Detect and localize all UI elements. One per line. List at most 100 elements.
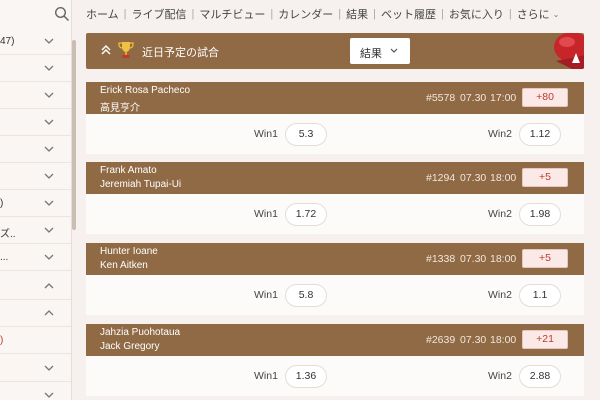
chevron-down-icon[interactable]: [43, 144, 55, 154]
more-markets-button[interactable]: +80: [522, 88, 568, 107]
win1-label: Win1: [254, 289, 278, 301]
nav-calendar[interactable]: カレンダー: [278, 6, 333, 22]
sidebar-item[interactable]: [0, 382, 71, 400]
results-dropdown[interactable]: 結果: [350, 38, 410, 64]
match-header[interactable]: Hunter Ioane Ken Aitken #1338 07.30 18:00 +5: [86, 243, 584, 275]
chevron-down-icon[interactable]: [43, 390, 55, 400]
win2-odds-button[interactable]: 1.1: [519, 284, 561, 307]
win1-label: Win1: [254, 370, 278, 382]
player-one-name: Jahzia Puohotaua: [100, 327, 181, 338]
nav-more[interactable]: さらに: [517, 6, 550, 22]
sidebar-item-label: ): [0, 198, 4, 209]
search-icon[interactable]: [54, 6, 70, 22]
sidebar-item[interactable]: 47): [0, 28, 71, 55]
win1-odds-button[interactable]: 5.8: [285, 284, 327, 307]
top-nav: ホーム | ライブ配信 | マルチビュー | カレンダー | 結果 | ベット履歴 | お気…: [86, 0, 559, 28]
win2-label: Win2: [488, 370, 512, 382]
chevron-down-icon[interactable]: [43, 198, 55, 208]
sidebar-item[interactable]: ...: [0, 244, 71, 271]
more-markets-button[interactable]: +5: [522, 168, 568, 187]
nav-multiview[interactable]: マルチビュー: [199, 6, 265, 22]
player-two-name: Jeremiah Tupai-Ui: [100, 179, 182, 190]
match-card: Frank Amato Jeremiah Tupai-Ui #1294 07.30 18…: [86, 162, 584, 234]
win1-label: Win1: [254, 208, 278, 220]
player-two-name: Ken Aitken: [100, 260, 148, 271]
trophy-icon: [118, 42, 134, 58]
win2-odds-button[interactable]: 1.98: [519, 203, 561, 226]
more-markets-button[interactable]: +5: [522, 249, 568, 268]
odds-row: Win1 1.72 Win2 1.98: [86, 194, 584, 234]
chevron-up-icon[interactable]: [43, 308, 55, 318]
match-header[interactable]: Erick Rosa Pacheco 高見亨介 #5578 07.30 17:00 +80: [86, 82, 584, 114]
player-two-name: Jack Gregory: [100, 341, 160, 352]
sidebar-item[interactable]: [0, 82, 71, 109]
player-one-name: Frank Amato: [100, 165, 157, 176]
player-one-name: Hunter Ioane: [100, 246, 158, 257]
odds-row: Win1 1.36 Win2 2.88: [86, 356, 584, 396]
sidebar-item[interactable]: [0, 355, 71, 382]
page: 47)) ズ.....) ホーム | ライブ配信 | マルチビュー | カレンダー | 結…: [0, 0, 600, 400]
sidebar-item-label: ズ..: [0, 229, 16, 240]
sidebar-item-label: ...: [0, 252, 9, 263]
nav-separator: |: [123, 8, 127, 20]
odds-row: Win1 5.3 Win2 1.12: [86, 114, 584, 154]
dropdown-value: 結果: [360, 48, 382, 60]
nav-home[interactable]: ホーム: [86, 6, 119, 22]
chevron-up-icon[interactable]: [43, 281, 55, 291]
win1-odds-button[interactable]: 5.3: [285, 123, 327, 146]
header-title: 近日予定の試合: [142, 47, 219, 59]
chevron-down-icon[interactable]: [43, 363, 55, 373]
sidebar-item[interactable]: ズ..: [0, 217, 71, 244]
chevron-down-icon[interactable]: [43, 117, 55, 127]
match-time: 18:00: [490, 334, 517, 346]
match-card: Hunter Ioane Ken Aitken #1338 07.30 18:00 +5 W…: [86, 243, 584, 315]
sidebar: 47)) ズ.....): [0, 0, 72, 400]
sidebar-item[interactable]: [0, 273, 71, 300]
match-time: 18:00: [490, 172, 517, 184]
nav-favorites[interactable]: お気に入り: [449, 6, 504, 22]
win1-odds-button[interactable]: 1.72: [285, 203, 327, 226]
sidebar-item[interactable]: [0, 300, 71, 327]
match-code: #2639: [426, 334, 456, 346]
sidebar-item[interactable]: [0, 109, 71, 136]
more-markets-button[interactable]: +21: [522, 330, 568, 349]
sidebar-item[interactable]: [0, 163, 71, 190]
chevron-down-icon[interactable]: [43, 171, 55, 181]
nav-live[interactable]: ライブ配信: [132, 6, 187, 22]
match-code: #5578: [426, 92, 456, 104]
match-date: 07.30: [460, 172, 487, 184]
match-code: #1338: [426, 253, 456, 265]
chevron-down-icon[interactable]: [43, 90, 55, 100]
nav-separator: |: [338, 8, 342, 20]
win1-label: Win1: [254, 128, 278, 140]
nav-separator: |: [373, 8, 376, 20]
sidebar-item[interactable]: ): [0, 327, 71, 354]
player-two-name: 高見亨介: [100, 103, 140, 114]
sidebar-scrollbar[interactable]: [72, 40, 76, 230]
win1-odds-button[interactable]: 1.36: [285, 365, 327, 388]
chevron-down-icon[interactable]: [43, 252, 55, 262]
match-header[interactable]: Jahzia Puohotaua Jack Gregory #2639 07.30 18…: [86, 324, 584, 356]
win2-label: Win2: [488, 208, 512, 220]
win2-label: Win2: [488, 289, 512, 301]
chevron-down-icon[interactable]: [43, 36, 55, 46]
match-header[interactable]: Frank Amato Jeremiah Tupai-Ui #1294 07.30 18…: [86, 162, 584, 194]
chevron-down-icon: ⌄: [552, 9, 560, 19]
nav-separator: |: [440, 8, 444, 20]
nav-bet-history[interactable]: ベット履歴: [381, 6, 436, 22]
chevron-up-double-icon[interactable]: [100, 44, 112, 56]
nav-separator: |: [191, 8, 195, 20]
chevron-down-icon[interactable]: [43, 225, 55, 235]
sidebar-item[interactable]: [0, 55, 71, 82]
win2-odds-button[interactable]: 2.88: [519, 365, 561, 388]
nav-results[interactable]: 結果: [346, 6, 368, 22]
match-code: #1294: [426, 172, 456, 184]
sidebar-item[interactable]: [0, 136, 71, 163]
win2-odds-button[interactable]: 1.12: [519, 123, 561, 146]
sidebar-item[interactable]: ): [0, 190, 71, 217]
player-one-name: Erick Rosa Pacheco: [100, 85, 191, 96]
nav-separator: |: [270, 8, 274, 20]
odds-row: Win1 5.8 Win2 1.1: [86, 275, 584, 315]
match-date: 07.30: [460, 253, 487, 265]
chevron-down-icon[interactable]: [43, 63, 55, 73]
